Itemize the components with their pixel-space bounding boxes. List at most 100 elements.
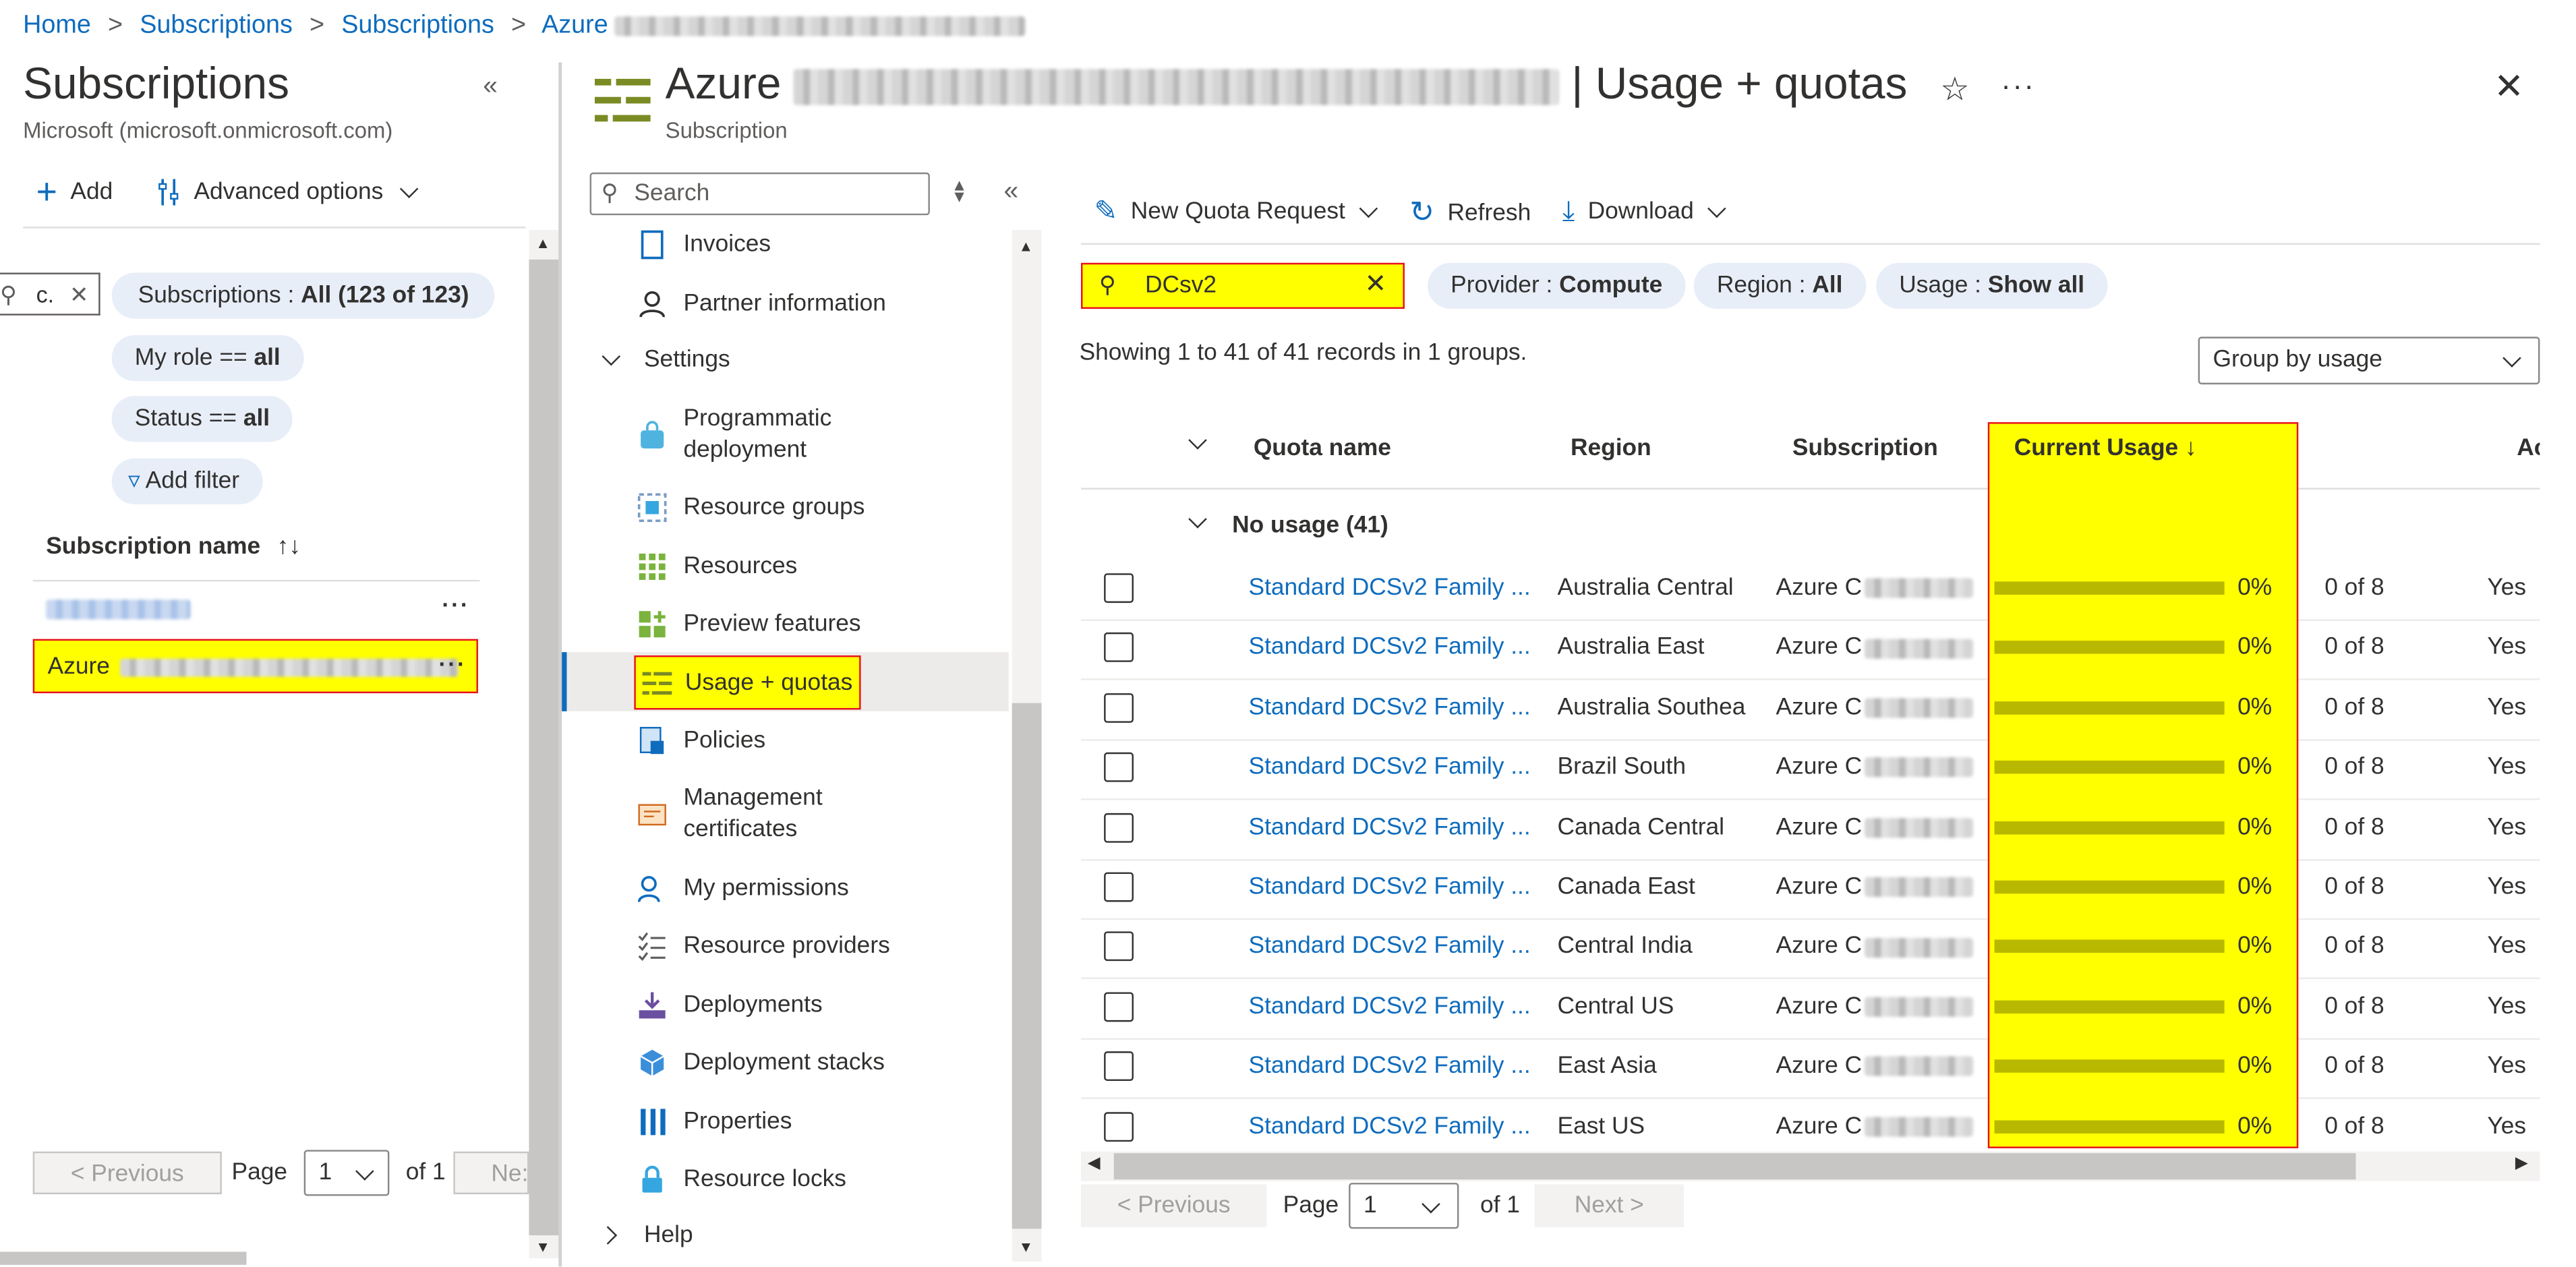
quota-name-link[interactable]: Standard DCSv2 Family ... — [1249, 874, 1531, 900]
row-checkbox[interactable] — [1104, 1111, 1134, 1148]
quota-name-link[interactable]: Standard DCSv2 Family ... — [1249, 993, 1531, 1020]
more-icon[interactable]: ··· — [438, 651, 466, 677]
close-icon[interactable]: ✕ — [2494, 65, 2524, 108]
row-checkbox[interactable] — [1104, 991, 1134, 1028]
collapse-menu-icon[interactable]: « — [1004, 177, 1019, 207]
left-search-input[interactable]: ⚲ c. ✕ — [0, 272, 100, 316]
quota-name-link[interactable]: Standard DCSv2 Family ... — [1249, 575, 1531, 601]
filter-subscriptions[interactable]: Subscriptions : All (123 of 123) — [111, 272, 496, 319]
scroll-down-icon[interactable]: ▼ — [535, 1239, 550, 1255]
collapse-left-icon[interactable]: « — [483, 72, 498, 102]
scroll-down-icon[interactable]: ▼ — [1018, 1239, 1033, 1255]
more-icon[interactable]: ··· — [2001, 69, 2035, 103]
menu-item-partner-information[interactable]: Partner information — [637, 289, 886, 319]
table-row[interactable]: Standard DCSv2 Family ... Brazil South Azu… — [1081, 740, 2540, 800]
left-scrollbar-thumb[interactable] — [529, 259, 559, 1236]
clear-icon[interactable]: ✕ — [69, 274, 89, 314]
group-by-select[interactable]: Group by usage — [2198, 336, 2540, 385]
breadcrumb-azure-subscription[interactable]: Azure — [541, 11, 1026, 39]
menu-item-policies[interactable]: Policies — [637, 726, 765, 756]
next-button[interactable]: Next > — [1534, 1184, 1685, 1227]
table-row[interactable]: Standard DCSv2 Family ... Australia South… — [1081, 680, 2540, 741]
download-button[interactable]: ⤓ Download — [1562, 196, 1726, 229]
table-row[interactable]: Standard DCSv2 Family ... Canada East Azur… — [1081, 859, 2540, 920]
add-button[interactable]: + Add — [36, 173, 113, 210]
table-row[interactable]: Standard DCSv2 Family ... East Asia Azure … — [1081, 1038, 2540, 1100]
page-select[interactable]: 1 — [1349, 1183, 1459, 1229]
left-page-select[interactable]: 1 — [303, 1150, 390, 1196]
breadcrumb-subscriptions[interactable]: Subscriptions — [140, 11, 293, 39]
column-header-region[interactable]: Region — [1571, 436, 1651, 462]
menu-item-usage-quotas[interactable]: Usage + quotas — [634, 655, 861, 710]
clear-icon[interactable]: ✕ — [1364, 268, 1386, 301]
menu-item-resource-providers[interactable]: Resource providers — [637, 931, 890, 962]
column-header-adjustable[interactable]: Ac — [2517, 436, 2540, 462]
scroll-right-icon[interactable]: ▶ — [2515, 1155, 2528, 1173]
menu-scrollbar-thumb[interactable] — [1012, 703, 1042, 1229]
menu-item-deployments[interactable]: Deployments — [637, 991, 823, 1020]
row-checkbox[interactable] — [1104, 753, 1134, 789]
menu-item-management-certificates[interactable]: Management certificates — [637, 784, 823, 846]
column-header-subscription[interactable]: Subscription — [1792, 436, 1938, 462]
scroll-up-icon[interactable]: ▲ — [535, 235, 550, 251]
filter-status[interactable]: Status == all — [111, 396, 293, 442]
menu-item-deployment-stacks[interactable]: Deployment stacks — [637, 1048, 885, 1078]
row-checkbox[interactable] — [1104, 632, 1134, 670]
column-header-current-usage[interactable]: Current Usage ↓ — [2014, 436, 2197, 462]
quota-name-link[interactable]: Standard DCSv2 Family ... — [1249, 934, 1531, 960]
row-checkbox[interactable] — [1104, 1051, 1134, 1088]
left-next-button[interactable]: Ne: — [453, 1151, 529, 1195]
filter-provider[interactable]: Provider : Compute — [1428, 262, 1686, 310]
group-collapse-icon[interactable] — [1188, 510, 1207, 529]
more-icon[interactable]: ··· — [442, 591, 469, 618]
menu-item-resource-locks[interactable]: Resource locks — [637, 1165, 846, 1194]
table-hscrollbar-thumb[interactable] — [1113, 1153, 2356, 1180]
quota-name-link[interactable]: Standard DCSv2 Family ... — [1249, 755, 1531, 781]
new-quota-request-button[interactable]: ✎ New Quota Request — [1094, 196, 1378, 229]
filter-usage[interactable]: Usage : Show all — [1876, 262, 2108, 310]
menu-item-resource-groups[interactable]: Resource groups — [637, 493, 865, 523]
menu-section-settings[interactable]: Settings — [602, 347, 730, 373]
quota-name-link[interactable]: Standard DCSv2 Family ... — [1249, 1113, 1531, 1140]
quota-name-link[interactable]: Standard DCSv2 Family ... — [1249, 814, 1531, 840]
column-header-quota-name[interactable]: Quota name — [1254, 436, 1391, 462]
left-hscrollbar-thumb[interactable] — [0, 1251, 247, 1265]
row-checkbox[interactable] — [1104, 812, 1134, 849]
menu-item-programmatic-deployment[interactable]: Programmatic deployment — [637, 404, 831, 467]
filter-region[interactable]: Region : All — [1693, 262, 1866, 310]
add-filter-button[interactable]: ▿ Add filter — [111, 458, 263, 504]
table-row[interactable]: Standard DCSv2 Family ... Central US Azure… — [1081, 978, 2540, 1040]
menu-item-properties[interactable]: Properties — [637, 1107, 792, 1137]
advanced-options-button[interactable]: Advanced options — [158, 177, 419, 207]
table-row[interactable]: Standard DCSv2 Family ... Canada Central A… — [1081, 799, 2540, 860]
menu-item-invoices[interactable]: Invoices — [637, 230, 771, 260]
menu-sort-icon[interactable]: ▲ ▼ — [952, 178, 968, 206]
menu-item-resources[interactable]: Resources — [637, 552, 797, 582]
scroll-left-icon[interactable]: ◀ — [1088, 1155, 1101, 1173]
row-checkbox[interactable] — [1104, 573, 1134, 610]
previous-button[interactable]: < Previous — [1081, 1184, 1267, 1227]
quota-search-input[interactable]: ⚲ DCsv2 ✕ — [1081, 262, 1405, 310]
subscription-list-item-selected[interactable]: Azure ··· — [32, 639, 478, 694]
menu-item-my-permissions[interactable]: My permissions — [637, 874, 849, 904]
quota-name-link[interactable]: Standard DCSv2 Family ... — [1249, 635, 1531, 661]
menu-item-preview-features[interactable]: Preview features — [637, 610, 861, 639]
breadcrumb-subscriptions-2[interactable]: Subscriptions — [341, 11, 494, 39]
menu-section-help[interactable]: Help — [598, 1222, 693, 1249]
filter-my-role[interactable]: My role == all — [111, 334, 303, 382]
table-row[interactable]: Standard DCSv2 Family ... Australia Centr… — [1081, 560, 2540, 621]
table-row[interactable]: Standard DCSv2 Family ... Australia East A… — [1081, 620, 2540, 681]
quota-name-link[interactable]: Standard DCSv2 Family ... — [1249, 695, 1531, 721]
quota-name-link[interactable]: Standard DCSv2 Family ... — [1249, 1053, 1531, 1080]
table-row[interactable]: Standard DCSv2 Family ... East US Azure C 0… — [1081, 1098, 2540, 1159]
subscription-name-header[interactable]: Subscription name ↑↓ — [46, 534, 301, 560]
row-checkbox[interactable] — [1104, 693, 1134, 730]
scroll-up-icon[interactable]: ▲ — [1018, 238, 1033, 254]
breadcrumb-home[interactable]: Home — [23, 11, 91, 39]
left-previous-button[interactable]: < Previous — [32, 1151, 222, 1195]
row-checkbox[interactable] — [1104, 932, 1134, 968]
row-checkbox[interactable] — [1104, 872, 1134, 909]
collapse-all-icon[interactable] — [1188, 431, 1207, 450]
refresh-button[interactable]: ↻ Refresh — [1409, 196, 1531, 230]
table-row[interactable]: Standard DCSv2 Family ... Central India Az… — [1081, 919, 2540, 980]
